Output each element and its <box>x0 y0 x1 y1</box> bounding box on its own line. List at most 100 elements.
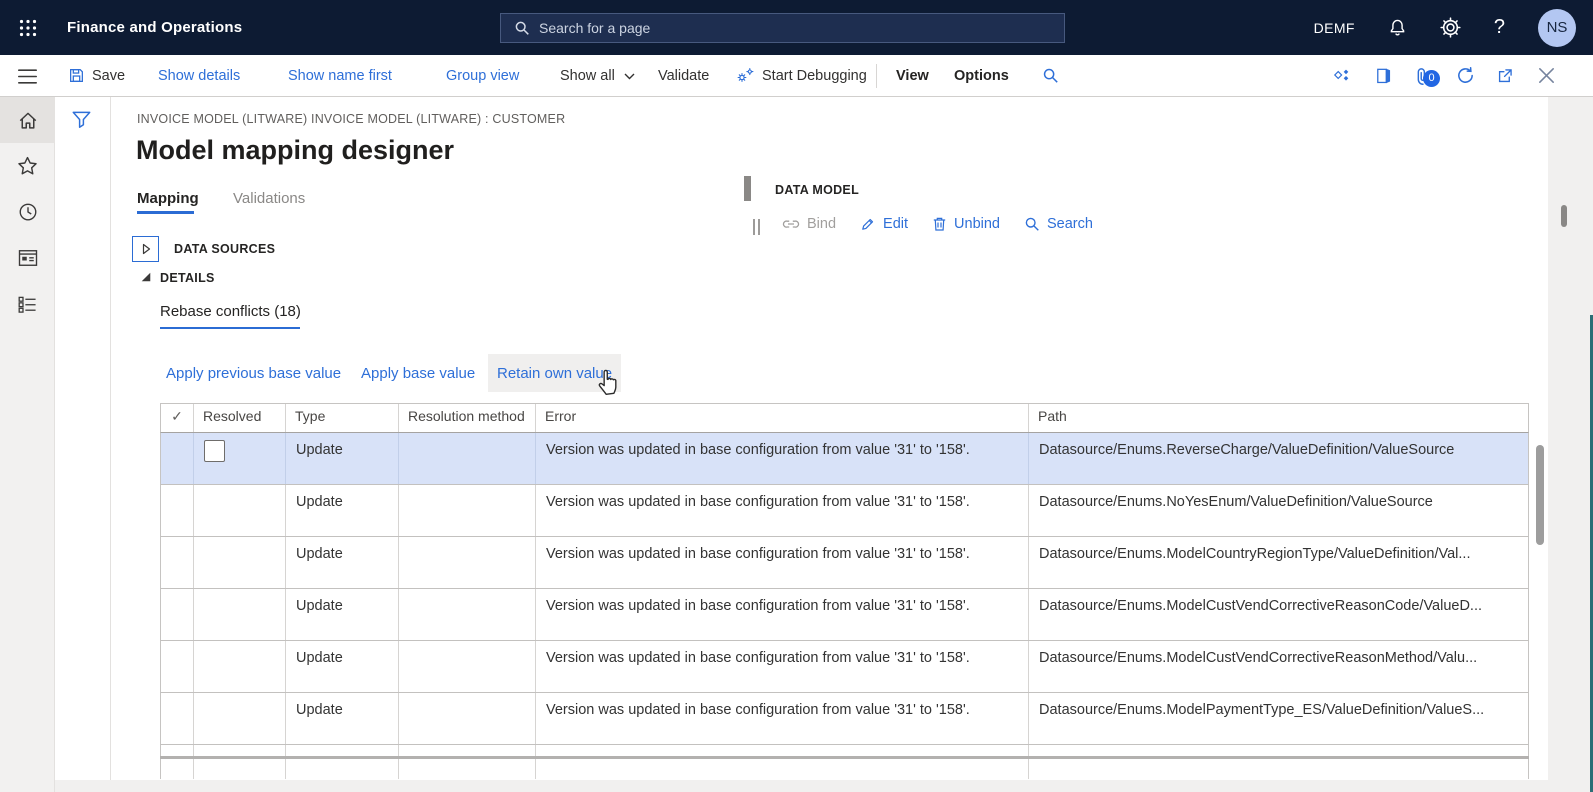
company-picker[interactable]: DEMF <box>1314 20 1355 36</box>
resolved-cell <box>194 745 286 756</box>
table-row[interactable]: Update Version was updated in base config… <box>160 693 1529 745</box>
data-model-grip[interactable] <box>753 219 760 235</box>
office-integration-button[interactable] <box>1375 55 1392 96</box>
conflicts-grid-header: ✓ Resolved Type Resolution method Error … <box>160 403 1529 433</box>
row-select-cell <box>161 759 194 779</box>
app-title[interactable]: Finance and Operations <box>67 19 242 36</box>
apply-base-value-button[interactable]: Apply base value <box>352 354 484 392</box>
options-menu[interactable]: Options <box>954 55 1009 96</box>
tab-mapping[interactable]: Mapping <box>137 190 199 207</box>
search-placeholder: Search for a page <box>539 20 650 36</box>
actionbar-search-button[interactable] <box>1042 55 1059 96</box>
save-button[interactable]: Save <box>68 55 125 96</box>
refresh-button[interactable] <box>1456 55 1475 96</box>
table-row[interactable]: UpdateVersion was updated in base config… <box>160 537 1529 589</box>
insights-diamonds-icon <box>1333 68 1352 84</box>
nav-item-favorites[interactable] <box>0 143 55 189</box>
resolution-method-cell <box>399 589 536 640</box>
table-row[interactable]: Update Version was updated in base config… <box>160 433 1529 485</box>
column-header-type[interactable]: Type <box>286 404 399 432</box>
attachments-count-badge: 0 <box>1423 70 1440 87</box>
resolution-method-cell <box>399 537 536 588</box>
column-header-path[interactable]: Path <box>1029 404 1529 432</box>
data-model-search-button[interactable]: Search <box>1024 216 1093 232</box>
nav-toggle-button[interactable] <box>0 55 55 97</box>
error-cell: Version was updated in base configuratio… <box>536 433 1029 484</box>
row-select-cell <box>161 485 194 536</box>
nav-item-home[interactable] <box>0 97 55 143</box>
star-icon <box>17 156 38 176</box>
apply-previous-base-value-button[interactable]: Apply previous base value <box>157 354 350 392</box>
refresh-icon <box>1456 66 1475 85</box>
data-sources-label: DATA SOURCES <box>174 242 275 256</box>
tab-validations[interactable]: Validations <box>233 190 305 207</box>
nav-item-workspaces[interactable] <box>0 235 55 281</box>
type-cell: Update <box>286 693 399 744</box>
table-row-partial[interactable] <box>160 745 1529 756</box>
table-row[interactable]: UpdateVersion was updated in base config… <box>160 485 1529 537</box>
table-row[interactable]: UpdateVersion was updated in base config… <box>160 589 1529 641</box>
close-button[interactable] <box>1538 55 1555 96</box>
path-cell <box>1029 745 1529 756</box>
rebase-conflicts-tab[interactable]: Rebase conflicts (18) <box>160 303 301 320</box>
bell-icon <box>1388 18 1407 38</box>
resolved-cell <box>194 485 286 536</box>
conflicts-grid: ✓ Resolved Type Resolution method Error … <box>160 403 1529 779</box>
type-cell: Update <box>286 433 399 484</box>
column-header-error[interactable]: Error <box>536 404 1029 432</box>
error-cell: Version was updated in base configuratio… <box>536 537 1029 588</box>
error-cell: Version was updated in base configuratio… <box>536 693 1029 744</box>
type-cell <box>286 745 399 756</box>
avatar[interactable]: NS <box>1538 9 1576 47</box>
resolved-cell <box>194 537 286 588</box>
expand-right-icon <box>139 242 153 256</box>
show-details-button[interactable]: Show details <box>158 55 240 96</box>
show-all-dropdown[interactable]: Show all <box>560 55 635 96</box>
open-in-new-window-button[interactable] <box>1496 55 1514 96</box>
filter-button[interactable] <box>71 110 92 130</box>
nav-item-recent[interactable] <box>0 189 55 235</box>
office-icon <box>1375 67 1392 85</box>
tab-mapping-underline <box>137 211 194 214</box>
retain-own-value-button[interactable]: Retain own value <box>488 354 621 392</box>
show-name-first-button[interactable]: Show name first <box>288 55 392 96</box>
group-view-button[interactable]: Group view <box>446 55 519 96</box>
resolved-cell <box>194 433 286 484</box>
table-row[interactable]: UpdateVersion was updated in base config… <box>160 641 1529 693</box>
start-debugging-button[interactable]: Start Debugging <box>736 55 867 96</box>
pane-splitter-handle[interactable] <box>744 176 751 201</box>
help-button[interactable]: ? <box>1494 16 1505 39</box>
nav-item-modules[interactable] <box>0 281 55 327</box>
breadcrumb: INVOICE MODEL (LITWARE) INVOICE MODEL (L… <box>137 112 565 126</box>
bind-link-icon <box>782 217 800 231</box>
insights-button[interactable] <box>1333 55 1352 96</box>
bind-button[interactable]: Bind <box>782 216 836 232</box>
data-sources-expand-button[interactable] <box>132 236 159 262</box>
column-header-resolved[interactable]: Resolved <box>194 404 286 432</box>
action-bar: Save Show details Show name first Group … <box>0 55 1593 97</box>
settings-button[interactable] <box>1440 17 1461 38</box>
validate-button[interactable]: Validate <box>658 55 709 96</box>
workspace-icon <box>18 249 38 267</box>
app-launcher-button[interactable] <box>0 0 55 55</box>
filter-funnel-icon <box>71 110 92 130</box>
details-collapse-toggle[interactable] <box>140 271 152 283</box>
resolved-cell <box>194 641 286 692</box>
resolved-cell <box>194 693 286 744</box>
data-model-header: DATA MODEL <box>775 183 859 197</box>
edit-button[interactable]: Edit <box>860 216 908 232</box>
page-scrollbar-thumb[interactable] <box>1561 205 1567 227</box>
rebase-conflicts-underline <box>160 327 300 329</box>
grid-scrollbar-thumb[interactable] <box>1536 445 1544 545</box>
grid-body: Update Version was updated in base config… <box>160 433 1529 745</box>
global-search-input[interactable]: Search for a page <box>500 13 1065 43</box>
view-menu[interactable]: View <box>896 55 929 96</box>
column-header-resolution-method[interactable]: Resolution method <box>399 404 536 432</box>
resolved-checkbox[interactable] <box>204 440 225 462</box>
notifications-button[interactable] <box>1388 18 1407 38</box>
search-icon <box>1042 67 1059 84</box>
details-label[interactable]: DETAILS <box>160 271 215 285</box>
unbind-button[interactable]: Unbind <box>932 216 1000 232</box>
attachments-button[interactable]: 0 <box>1414 55 1432 96</box>
select-all-header[interactable]: ✓ <box>161 404 194 432</box>
